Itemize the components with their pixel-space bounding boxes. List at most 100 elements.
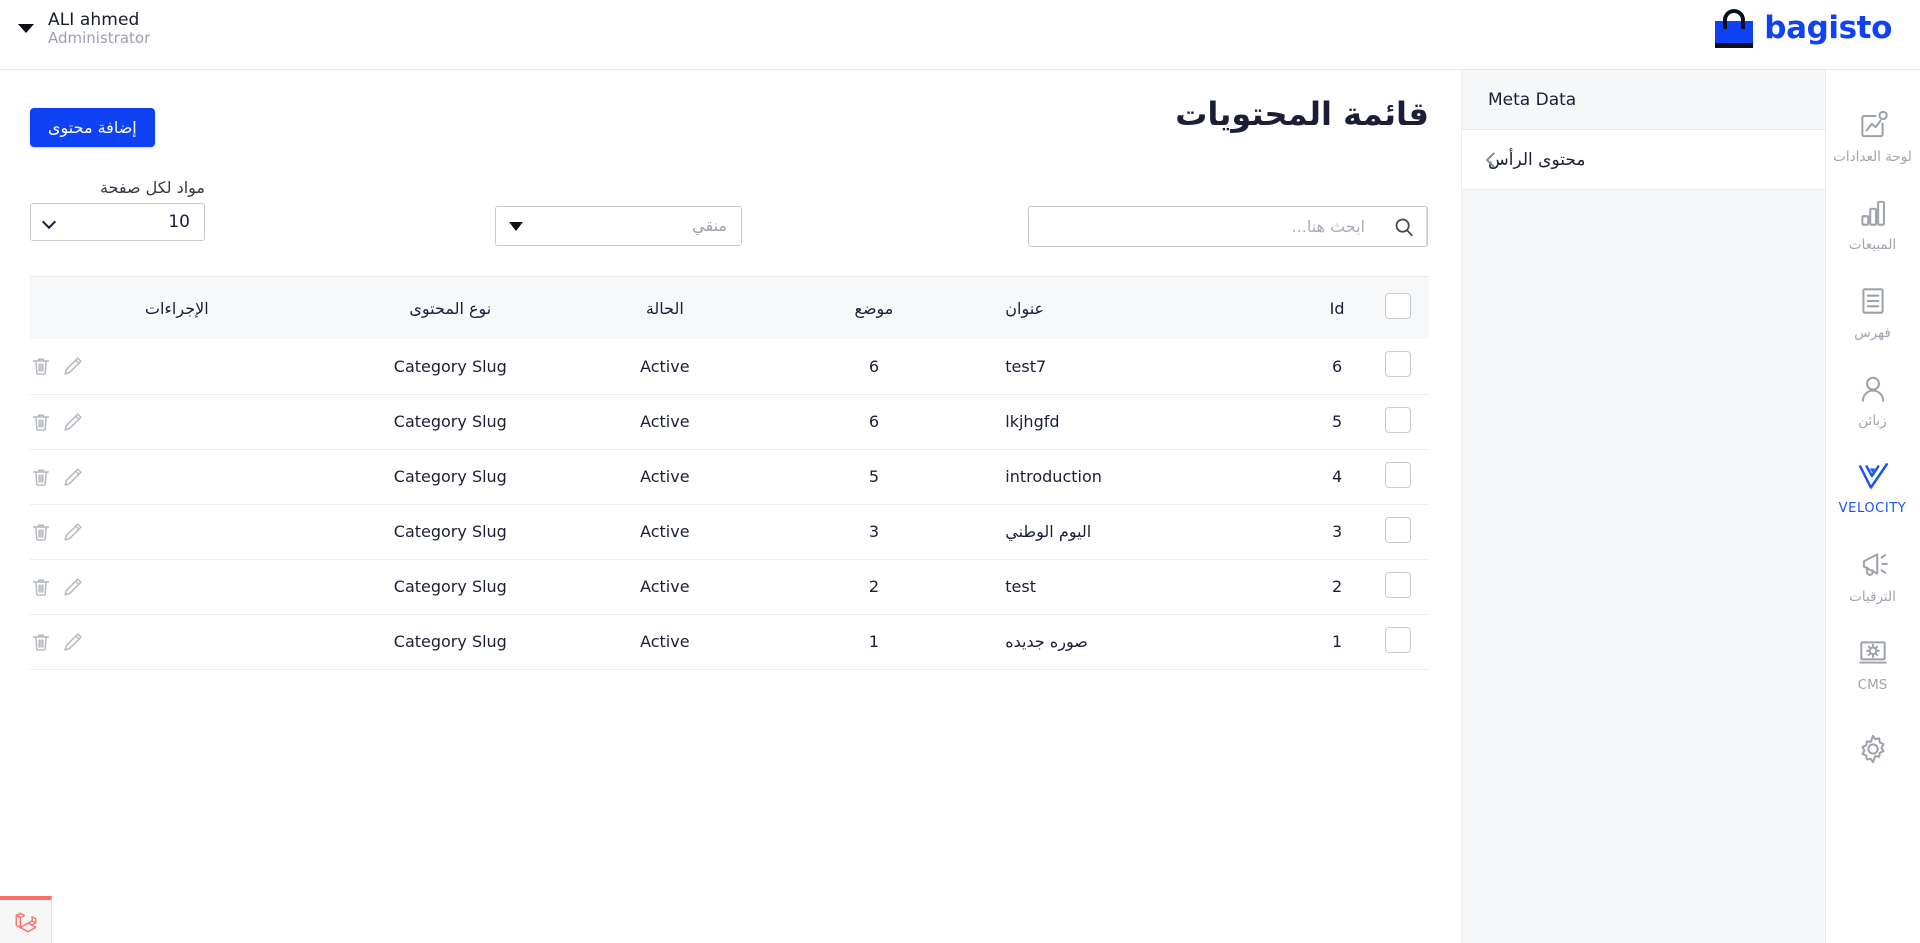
brand-name: bagisto: [1764, 10, 1892, 46]
laravel-debugbar-toggle[interactable]: [0, 896, 52, 943]
edit-icon[interactable]: [62, 411, 84, 433]
sidebar-item-catalog[interactable]: فهرس: [1825, 268, 1920, 356]
table-row[interactable]: 2 test 2 Active Category Slug: [30, 559, 1429, 614]
cell-position: 1: [868, 632, 879, 651]
cell-position: 6: [868, 412, 879, 431]
table-row[interactable]: 1 صوره جديده 1 Active Category Slug: [30, 614, 1429, 669]
filter-placeholder: منقي: [692, 216, 727, 235]
per-page-label: مواد لكل صفحة: [100, 178, 205, 197]
table-head: Id عنوان موضع الحالة نوع المحتوى الإجراء…: [30, 277, 1429, 339]
sidebar-item-velocity[interactable]: VELOCITY: [1825, 444, 1920, 532]
cms-screen-gear-icon: [1858, 640, 1887, 664]
cell-status: Active: [640, 632, 690, 651]
column-header-title[interactable]: عنوان: [995, 277, 1308, 339]
velocity-check-icon: [1858, 463, 1888, 489]
sidebar-item-sales[interactable]: المبيعات: [1825, 180, 1920, 268]
user-role: Administrator: [48, 29, 151, 48]
delete-icon[interactable]: [30, 355, 52, 377]
filter-dropdown[interactable]: منقي: [495, 206, 742, 246]
row-action-group: [30, 411, 324, 433]
content-table-wrapper: Id عنوان موضع الحالة نوع المحتوى الإجراء…: [30, 276, 1429, 670]
table-row[interactable]: 6 test7 6 Active Category Slug: [30, 339, 1429, 394]
cell-status: Active: [640, 467, 690, 486]
row-checkbox[interactable]: [1384, 571, 1411, 598]
catalog-list-icon: [1861, 287, 1884, 314]
row-checkbox[interactable]: [1384, 461, 1411, 488]
cell-position: 6: [868, 356, 879, 376]
cell-actions: [30, 504, 324, 559]
page-title: قائمة المحتويات: [1175, 95, 1429, 133]
column-header-id[interactable]: Id: [1308, 277, 1366, 339]
search-button[interactable]: [1381, 207, 1427, 246]
edit-icon[interactable]: [62, 355, 84, 377]
column-header-position[interactable]: موضع: [753, 277, 996, 339]
delete-icon[interactable]: [30, 576, 52, 598]
table-row[interactable]: 5 lkjhgfd 6 Active Category Slug: [30, 394, 1429, 449]
row-checkbox[interactable]: [1384, 516, 1411, 543]
row-checkbox[interactable]: [1384, 626, 1411, 653]
sub-panel-item-label: محتوى الرأس: [1488, 149, 1586, 170]
sidebar-item-label: فهرس: [1854, 324, 1891, 341]
row-action-group: [30, 466, 324, 488]
sidebar-item-cms[interactable]: CMS: [1825, 620, 1920, 708]
add-content-button[interactable]: إضافة محتوى: [30, 108, 155, 147]
cell-type: Category Slug: [393, 356, 507, 376]
shopping-bag-icon: [1715, 8, 1754, 48]
column-header-actions: الإجراءات: [144, 298, 209, 318]
cell-type: Category Slug: [393, 522, 507, 541]
row-checkbox[interactable]: [1384, 406, 1411, 433]
row-checkbox[interactable]: [1384, 351, 1411, 378]
sub-panel-item-meta-data[interactable]: Meta Data: [1462, 70, 1825, 130]
sidebar-item-dashboard[interactable]: لوحة العدادات: [1825, 92, 1920, 180]
delete-icon[interactable]: [30, 411, 52, 433]
row-action-group: [30, 576, 324, 598]
brand-logo[interactable]: bagisto: [1715, 8, 1892, 48]
cell-id: 6: [1332, 356, 1343, 376]
cell-title: introduction: [1005, 467, 1102, 486]
cell-actions: [30, 339, 324, 394]
column-header-type[interactable]: نوع المحتوى: [324, 277, 578, 339]
table-row[interactable]: 4 introduction 5 Active Category Slug: [30, 449, 1429, 504]
cell-id: 2: [1332, 577, 1343, 596]
cms-sub-panel: Meta Data محتوى الرأس: [1461, 70, 1825, 943]
edit-icon[interactable]: [62, 521, 84, 543]
sidebar-item-label: CMS: [1857, 676, 1888, 693]
cell-status: Active: [640, 412, 690, 431]
cell-title: test: [1005, 577, 1036, 596]
cell-title: صوره جديده: [1005, 632, 1088, 651]
top-header-bar: ALI ahmed Administrator bagisto: [0, 0, 1920, 70]
cell-type: Category Slug: [393, 577, 507, 596]
sidebar-item-settings[interactable]: [1825, 708, 1920, 796]
sidebar-item-customers[interactable]: زبائن: [1825, 356, 1920, 444]
delete-icon[interactable]: [30, 521, 52, 543]
select-all-checkbox[interactable]: [1384, 293, 1411, 319]
chevron-down-icon: [41, 214, 57, 230]
search-input[interactable]: [1029, 207, 1381, 246]
cell-actions: [30, 449, 324, 504]
delete-icon[interactable]: [30, 631, 52, 653]
user-info: ALI ahmed Administrator: [48, 10, 150, 48]
triangle-down-icon: [509, 222, 523, 231]
per-page-select[interactable]: 10: [30, 203, 205, 241]
row-checkbox-cell: [1366, 339, 1429, 394]
edit-icon[interactable]: [62, 631, 84, 653]
cell-actions: [30, 394, 324, 449]
user-menu[interactable]: ALI ahmed Administrator: [18, 10, 150, 48]
cell-position: 5: [868, 467, 879, 486]
sidebar-item-promotions[interactable]: الترقيات: [1825, 532, 1920, 620]
row-action-group: [30, 355, 324, 377]
cell-title: lkjhgfd: [1005, 412, 1060, 431]
dashboard-chart-icon: [1860, 110, 1888, 137]
edit-icon[interactable]: [62, 576, 84, 598]
sub-panel-item-header-content[interactable]: محتوى الرأس: [1462, 130, 1825, 190]
delete-icon[interactable]: [30, 466, 52, 488]
page-header: قائمة المحتويات إضافة محتوى: [0, 70, 1459, 170]
table-row[interactable]: 3 اليوم الوطني 3 Active Category Slug: [30, 504, 1429, 559]
chevron-down-icon[interactable]: [18, 24, 34, 34]
edit-icon[interactable]: [62, 466, 84, 488]
sidebar-item-label: زبائن: [1858, 412, 1887, 429]
laravel-logo-icon: [15, 912, 36, 932]
megaphone-promotion-icon: [1862, 552, 1888, 576]
column-header-status[interactable]: الحالة: [577, 277, 752, 339]
row-action-group: [30, 521, 324, 543]
